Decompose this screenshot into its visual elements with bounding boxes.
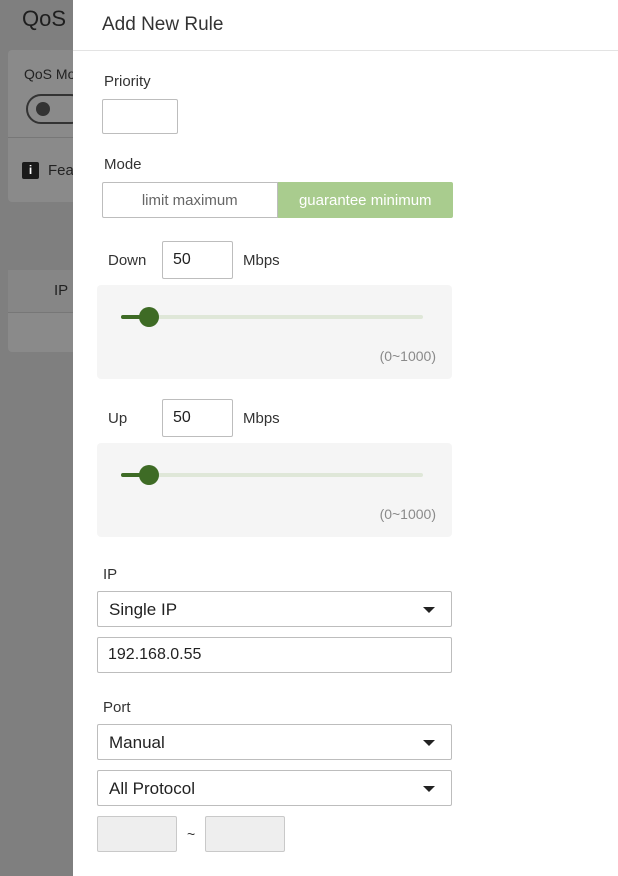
down-slider-box: (0~1000) <box>97 285 452 379</box>
down-slider-track[interactable] <box>121 315 423 319</box>
down-range: (0~1000) <box>379 348 436 364</box>
down-label: Down <box>108 252 147 269</box>
panel-title: Add New Rule <box>102 14 224 35</box>
port-label: Port <box>103 699 131 716</box>
port-from-input[interactable] <box>97 816 177 852</box>
qos-mode-label: QoS Mo <box>24 66 76 82</box>
add-rule-panel: Add New Rule Priority Mode limit maximum… <box>73 0 618 876</box>
port-type-value: Manual <box>109 733 165 752</box>
mode-guarantee-minimum-button[interactable]: guarantee minimum <box>277 182 453 218</box>
chevron-down-icon <box>423 740 435 746</box>
down-slider-thumb[interactable] <box>139 307 160 327</box>
page-title: QoS <box>22 6 67 31</box>
up-label: Up <box>108 410 128 427</box>
port-range-separator: ~ <box>187 826 196 842</box>
ip-type-select[interactable]: Single IP <box>97 591 452 627</box>
priority-input[interactable] <box>102 99 178 134</box>
protocol-value: All Protocol <box>109 779 195 798</box>
info-text: Fea <box>48 162 74 179</box>
protocol-select[interactable]: All Protocol <box>97 770 452 806</box>
chevron-down-icon <box>423 786 435 792</box>
ip-type-value: Single IP <box>109 600 178 619</box>
ip-address-input[interactable]: 192.168.0.55 <box>97 637 452 673</box>
mode-selector: limit maximum guarantee minimum <box>102 182 453 218</box>
down-unit: Mbps <box>243 252 280 269</box>
up-slider-box: (0~1000) <box>97 443 452 537</box>
up-value-input[interactable]: 50 <box>162 399 233 437</box>
up-slider-thumb[interactable] <box>139 465 160 485</box>
port-to-input[interactable] <box>205 816 285 852</box>
down-value-input[interactable]: 50 <box>162 241 233 279</box>
port-type-select[interactable]: Manual <box>97 724 452 760</box>
toggle-knob <box>36 102 50 116</box>
chevron-down-icon <box>423 607 435 613</box>
mode-limit-maximum-button[interactable]: limit maximum <box>102 182 278 218</box>
table-header-ip: IP <box>54 282 69 299</box>
up-unit: Mbps <box>243 410 280 427</box>
info-icon: i <box>22 162 39 179</box>
panel-header: Add New Rule <box>73 0 618 51</box>
up-slider-track[interactable] <box>121 473 423 477</box>
ip-label: IP <box>103 566 118 583</box>
mode-label: Mode <box>104 156 142 173</box>
up-range: (0~1000) <box>379 506 436 522</box>
priority-label: Priority <box>104 73 151 90</box>
